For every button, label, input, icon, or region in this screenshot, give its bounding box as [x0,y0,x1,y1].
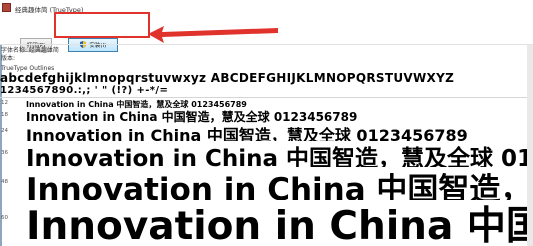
digits-sample: 1234567890.:,; ' " (!?) +-*/= [0,85,169,96]
divider [0,97,533,98]
sample-text: Innovation in China 中国智造 [26,204,533,246]
size-label: 36 [1,150,8,156]
sample-text: Innovation in China 中国智造，慧及全球 0123456789 [26,126,468,141]
size-label: 48 [1,179,8,185]
sample-row-18: 18 Innovation in China 中国智造，慧及全球 0123456… [0,109,533,123]
size-label: 60 [1,215,8,221]
sample-row-48: 48 Innovation in China 中国智造，慧及全球 [0,166,533,200]
sample-row-12: 12 Innovation in China 中国智造，慧及全球 0123456… [0,99,533,109]
vertical-scrollbar[interactable] [527,45,533,246]
size-label: 24 [1,128,8,134]
install-button[interactable]: 安装(I) [68,38,118,52]
font-type-label: TrueType Outlines [1,65,55,72]
pointer-arrow-annotation [148,26,278,43]
size-label: 18 [1,112,8,118]
sample-row-60: 60 Innovation in China 中国智造 [0,197,533,246]
sample-row-36: 36 Innovation in China 中国智造，慧及全球 0123456… [0,141,533,167]
window-title: 经典趣体简 (TrueType) [15,6,84,14]
sample-text: Innovation in China 中国智造，慧及全球 0123456789 [26,110,358,123]
sample-text: Innovation in China 中国智造，慧及全球 0123456789 [26,146,533,167]
title-bar: 经典趣体简 (TrueType) [0,0,533,16]
size-label: 12 [1,100,8,106]
font-file-icon [2,3,11,12]
version-label: 版本: [1,55,16,62]
sample-row-24: 24 Innovation in China 中国智造，慧及全球 0123456… [0,123,533,141]
sample-text: Innovation in China 中国智造，慧及全球 [26,172,533,200]
alphabet-sample: abcdefghijklmnopqrstuvwxyz ABCDEFGHIJKLM… [0,72,455,85]
font-preview-window: 经典趣体简 (TrueType) 打印(P) 安装(I) 字体名称: 经典趣体简… [0,0,533,246]
sample-text: Innovation in China 中国智造，慧及全球 0123456789 [26,100,247,109]
